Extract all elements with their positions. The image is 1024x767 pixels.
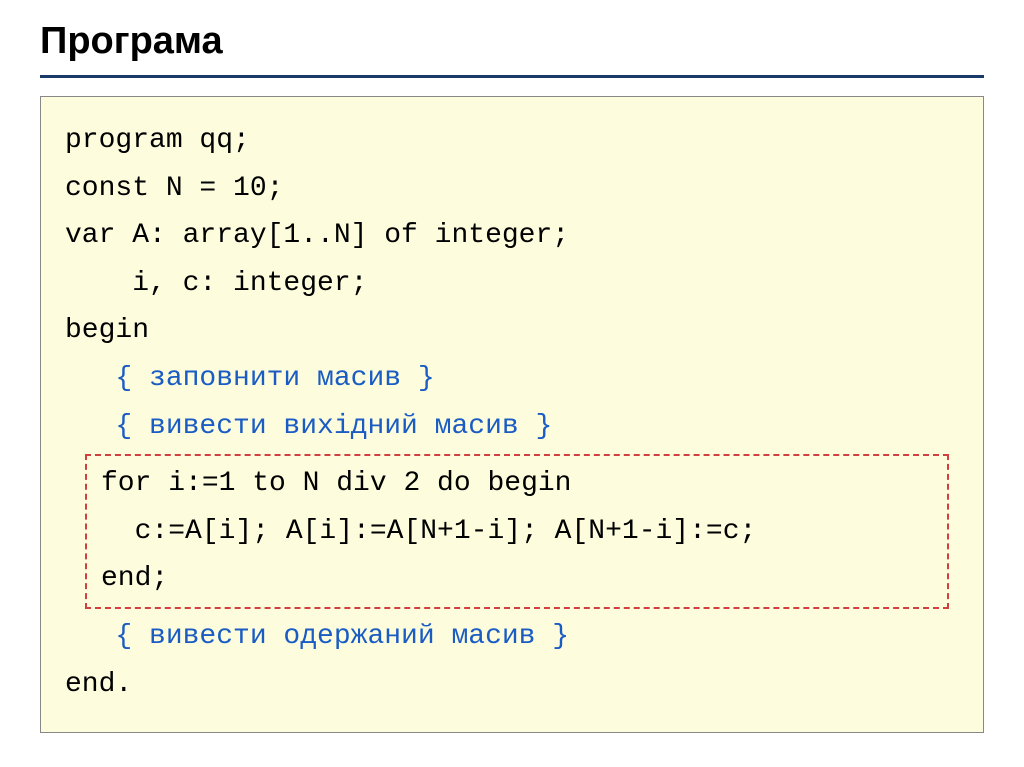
code-comment: { вивести одержаний масив } (65, 613, 959, 661)
code-line: for i:=1 to N div 2 do begin (101, 460, 937, 508)
code-line: end; (101, 555, 937, 603)
code-block: program qq; const N = 10; var A: array[1… (40, 96, 984, 733)
slide-title: Програма (40, 20, 984, 78)
code-line: i, c: integer; (65, 260, 959, 308)
code-comment: { вивести вихідний масив } (65, 403, 959, 451)
code-line: program qq; (65, 117, 959, 165)
code-line: end. (65, 661, 959, 709)
code-line: c:=A[i]; A[i]:=A[N+1-i]; A[N+1-i]:=c; (101, 508, 937, 556)
code-line: const N = 10; (65, 165, 959, 213)
highlighted-code-box: for i:=1 to N div 2 do begin c:=A[i]; A[… (85, 454, 949, 609)
code-comment: { заповнити масив } (65, 355, 959, 403)
code-line: var A: array[1..N] of integer; (65, 212, 959, 260)
code-line: begin (65, 307, 959, 355)
